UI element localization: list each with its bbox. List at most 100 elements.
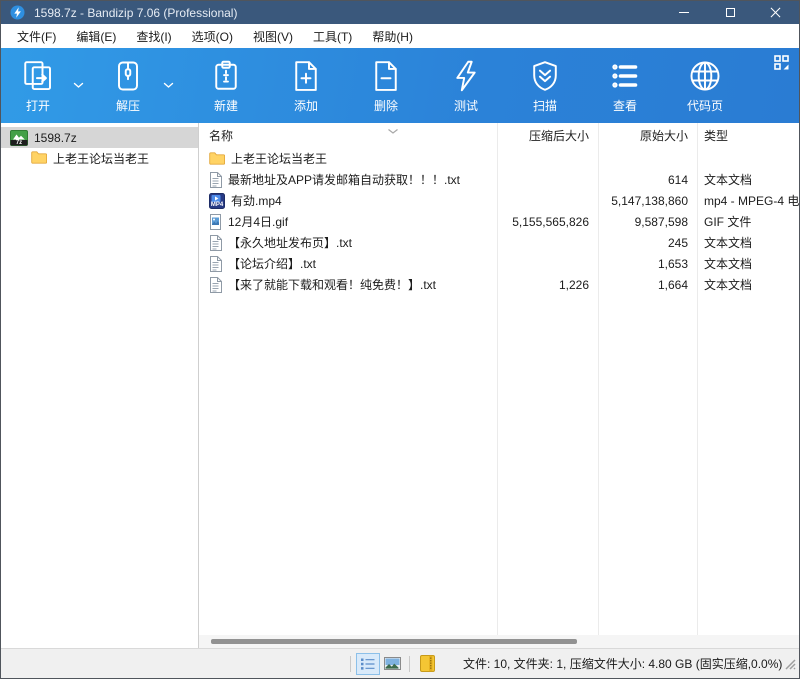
- test-button[interactable]: 测试: [434, 57, 498, 114]
- open-dropdown-chevron[interactable]: [66, 57, 90, 113]
- titlebar: 1598.7z - Bandizip 7.06 (Professional): [1, 1, 799, 24]
- scan-label: 扫描: [532, 99, 557, 113]
- tree-item-label: 上老王论坛当老王: [53, 152, 150, 166]
- column-separator[interactable]: [697, 123, 698, 648]
- tree-item-label: 1598.7z: [34, 130, 77, 145]
- file-compressed-size: 1,226: [558, 277, 589, 292]
- extract-label: 解压: [115, 99, 140, 113]
- new-archive-button[interactable]: 新建: [194, 57, 258, 114]
- column-separator[interactable]: [598, 123, 599, 648]
- mp4-badge: MP4: [210, 201, 224, 208]
- file-name: 有劲.mp4: [231, 194, 282, 208]
- file-name: 【论坛介绍】.txt: [228, 257, 317, 271]
- file-row[interactable]: 【论坛介绍】.txt 1,653 文本文档: [199, 253, 799, 274]
- menu-item-view[interactable]: 视图(V): [243, 24, 303, 49]
- main-area: 7z 1598.7z 上老王论坛当老王 名称 压缩后大小 原始大小 类型 上老王…: [1, 123, 799, 648]
- thumbnail-view-button[interactable]: [380, 653, 404, 675]
- file-row[interactable]: 【永久地址发布页】.txt 245 文本文档: [199, 232, 799, 253]
- column-header-name[interactable]: 名称: [199, 127, 497, 144]
- file-name: 12月4日.gif: [228, 215, 289, 229]
- new-archive-icon: [208, 57, 244, 95]
- file-original-size: 1,653: [657, 256, 688, 271]
- file-original-size: 5,147,138,860: [611, 193, 688, 208]
- file-name: 【来了就能下载和观看！纯免费！】.txt: [228, 278, 437, 292]
- menu-item-options[interactable]: 选项(O): [182, 24, 243, 49]
- mp4-file-icon: MP4: [209, 192, 225, 209]
- file-row[interactable]: 上老王论坛当老王: [199, 148, 799, 169]
- delete-label: 删除: [373, 99, 398, 113]
- archive-book-icon: [419, 655, 435, 672]
- window-controls: [661, 1, 799, 24]
- file-type: 文本文档: [704, 257, 753, 271]
- separator: [409, 655, 410, 672]
- column-header-original[interactable]: 原始大小: [598, 127, 697, 144]
- open-label: 打开: [25, 99, 50, 113]
- layout-toggle-icon[interactable]: [774, 55, 790, 71]
- bandizip-logo-icon: [10, 5, 25, 20]
- scrollbar-thumb[interactable]: [211, 639, 577, 644]
- file-type: GIF 文件: [704, 215, 752, 229]
- bandizip-window: 1598.7z - Bandizip 7.06 (Professional) 文…: [0, 0, 800, 679]
- maximize-button[interactable]: [707, 1, 753, 24]
- tree-item-folder[interactable]: 上老王论坛当老王: [1, 148, 198, 169]
- txt-file-icon: [209, 255, 222, 272]
- file-row[interactable]: 12月4日.gif 5,155,565,826 9,587,598 GIF 文件: [199, 211, 799, 232]
- archive-7z-icon: 7z: [10, 129, 28, 146]
- codepage-icon: [687, 57, 723, 95]
- file-list-panel: 名称 压缩后大小 原始大小 类型 上老王论坛当老王 最新地址及APP请发邮箱自动…: [199, 123, 799, 648]
- extract-dropdown-chevron[interactable]: [156, 57, 180, 113]
- menu-item-find[interactable]: 查找(I): [126, 24, 181, 49]
- view-label: 查看: [612, 99, 637, 113]
- column-separator[interactable]: [497, 123, 498, 648]
- menu-item-help[interactable]: 帮助(H): [362, 24, 423, 49]
- column-header-type[interactable]: 类型: [697, 127, 799, 144]
- archive-7z-badge: 7z: [15, 139, 23, 146]
- sort-indicator-icon: [387, 124, 399, 138]
- scan-button[interactable]: 扫描: [513, 57, 577, 114]
- add-button[interactable]: 添加: [274, 57, 338, 114]
- add-label: 添加: [293, 99, 318, 113]
- extract-icon: [110, 57, 146, 95]
- column-header-compressed[interactable]: 压缩后大小: [497, 127, 598, 144]
- view-button[interactable]: 查看: [593, 57, 657, 114]
- horizontal-scrollbar[interactable]: [199, 635, 799, 648]
- txt-file-icon: [209, 234, 222, 251]
- details-view-button[interactable]: [356, 652, 380, 675]
- list-header: 名称 压缩后大小 原始大小 类型: [199, 123, 799, 148]
- delete-button[interactable]: 删除: [354, 57, 418, 114]
- menu-item-tools[interactable]: 工具(T): [303, 24, 362, 49]
- extract-button[interactable]: 解压: [100, 57, 156, 114]
- codepage-label: 代码页: [686, 99, 723, 113]
- file-type: 文本文档: [704, 236, 753, 250]
- open-folder-button[interactable]: [415, 653, 439, 675]
- file-original-size: 1,664: [657, 277, 688, 292]
- resize-grip[interactable]: [783, 657, 796, 675]
- codepage-button[interactable]: 代码页: [669, 57, 741, 114]
- file-row[interactable]: 【来了就能下载和观看！纯免费！】.txt 1,226 1,664 文本文档: [199, 274, 799, 295]
- open-button[interactable]: 打开: [10, 57, 66, 114]
- file-original-size: 245: [667, 235, 688, 250]
- add-icon: [288, 57, 324, 95]
- window-title: 1598.7z - Bandizip 7.06 (Professional): [34, 5, 238, 20]
- close-button[interactable]: [753, 1, 799, 24]
- details-view-icon: [361, 658, 375, 670]
- toolbar: 打开 解压 新建 添加 删除 测试 扫描 查看 代码页: [1, 48, 799, 123]
- statusbar: 文件: 10, 文件夹: 1, 压缩文件大小: 4.80 GB (固实压缩,0.…: [1, 648, 799, 678]
- file-type: mp4 - MPEG-4 电影: [704, 194, 799, 208]
- file-name: 上老王论坛当老王: [231, 152, 328, 166]
- menu-item-edit[interactable]: 编辑(E): [66, 24, 126, 49]
- view-icon: [607, 57, 643, 95]
- file-row[interactable]: 最新地址及APP请发邮箱自动获取！！！.txt 614 文本文档: [199, 169, 799, 190]
- file-type: 文本文档: [704, 278, 753, 292]
- file-type: 文本文档: [704, 173, 753, 187]
- menu-item-file[interactable]: 文件(F): [7, 24, 66, 49]
- delete-icon: [368, 57, 404, 95]
- maximize-icon: [725, 8, 735, 17]
- file-name: 最新地址及APP请发邮箱自动获取！！！.txt: [228, 173, 461, 187]
- menubar: 文件(F) 编辑(E) 查找(I) 选项(O) 视图(V) 工具(T) 帮助(H…: [1, 24, 799, 48]
- file-row[interactable]: MP4 有劲.mp4 5,147,138,860 mp4 - MPEG-4 电影: [199, 190, 799, 211]
- file-original-size: 614: [667, 172, 688, 187]
- txt-file-icon: [209, 276, 222, 293]
- tree-item-archive-root[interactable]: 7z 1598.7z: [1, 127, 198, 148]
- minimize-button[interactable]: [661, 1, 707, 24]
